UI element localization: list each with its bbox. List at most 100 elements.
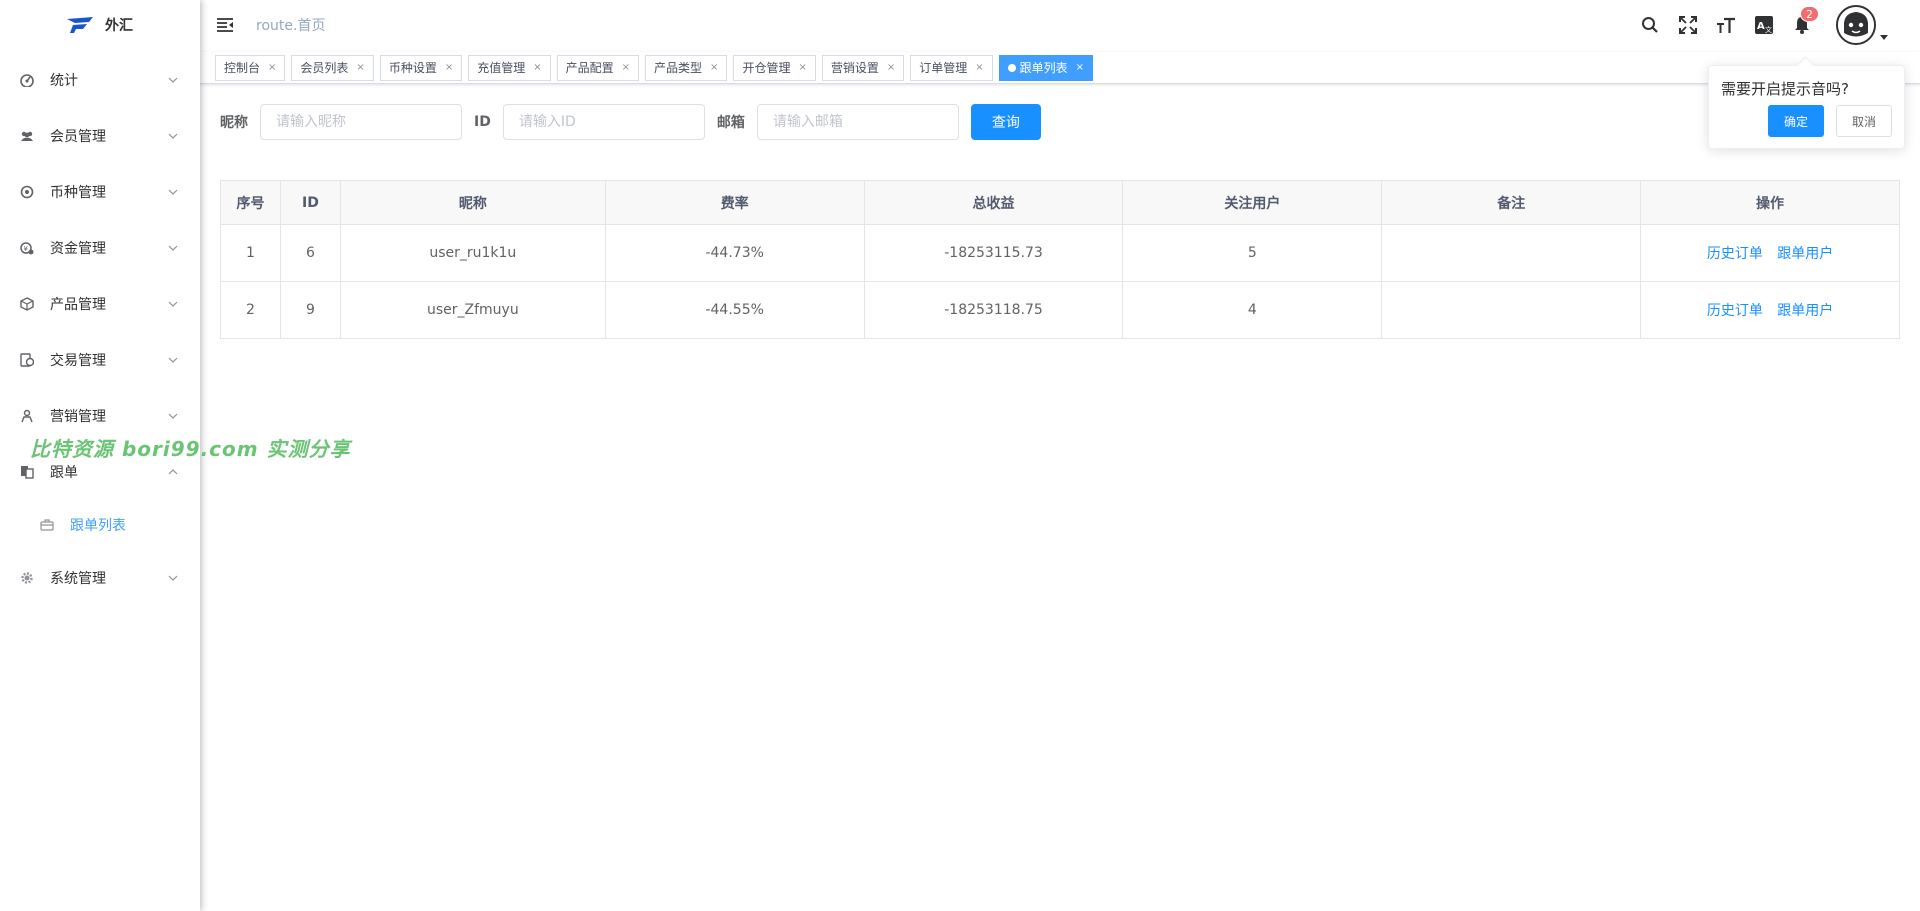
logo[interactable]: 外汇 <box>0 0 200 50</box>
cell-index: 1 <box>220 224 281 282</box>
caret-down-icon <box>1880 35 1888 40</box>
tab-order-management[interactable]: 订单管理 × <box>910 54 993 81</box>
translate-icon[interactable]: A文 <box>1754 15 1774 35</box>
tab-recharge[interactable]: 充值管理 × <box>468 54 551 81</box>
close-icon[interactable]: × <box>798 62 806 73</box>
column-header: ID <box>279 180 341 225</box>
follow-users-link[interactable]: 跟单用户 <box>1777 246 1833 262</box>
dashboard-icon <box>20 73 34 87</box>
close-icon[interactable]: × <box>622 62 630 73</box>
active-dot <box>1007 63 1016 72</box>
cell-nickname: user_ru1k1u <box>339 224 606 282</box>
fullscreen-icon[interactable] <box>1678 15 1698 35</box>
gear-icon <box>20 571 34 585</box>
cell-index: 2 <box>220 281 281 339</box>
email-label: 邮箱 <box>716 115 745 131</box>
cell-id: 9 <box>279 281 341 339</box>
tab-member-list[interactable]: 会员列表 × <box>291 54 374 81</box>
table-header-row: 序号 ID 昵称 费率 总收益 关注用户 备注 操作 <box>220 180 1900 225</box>
tab-label: 营销设置 <box>830 61 879 75</box>
chevron-down-icon <box>168 301 178 307</box>
tab-label: 开仓管理 <box>742 61 791 75</box>
svg-text:文: 文 <box>1765 25 1772 34</box>
logo-icon <box>67 17 93 33</box>
confirm-button[interactable]: 确定 <box>1768 105 1824 137</box>
cell-actions: 历史订单 跟单用户 <box>1640 281 1900 339</box>
box-icon <box>20 297 34 311</box>
tab-open-position[interactable]: 开仓管理 × <box>733 54 816 81</box>
sidebar-item-trades[interactable]: 交易管理 <box>0 332 200 388</box>
tab-product-config[interactable]: 产品配置 × <box>556 54 640 81</box>
cell-followers: 5 <box>1122 224 1383 282</box>
breadcrumb[interactable]: route.首页 <box>256 15 325 35</box>
chevron-down-icon <box>168 575 178 581</box>
close-icon[interactable]: × <box>710 62 718 73</box>
tab-product-type[interactable]: 产品类型 × <box>645 54 728 81</box>
tab-dashboard[interactable]: 控制台 × <box>215 54 286 81</box>
history-orders-link[interactable]: 历史订单 <box>1707 246 1763 262</box>
sidebar-item-members[interactable]: 会员管理 <box>0 108 200 164</box>
close-icon[interactable]: × <box>1076 62 1084 73</box>
notification-badge: 2 <box>1800 6 1819 22</box>
tab-marketing-settings[interactable]: 营销设置 × <box>821 54 905 81</box>
sound-prompt-popover: 需要开启提示音吗? 确定 取消 <box>1708 65 1905 149</box>
sidebar-item-funds[interactable]: ¥ 资金管理 <box>0 220 200 276</box>
close-icon[interactable]: × <box>268 62 276 73</box>
table-row: 1 6 user_ru1k1u -44.73% -18253115.73 5 历… <box>220 224 1900 282</box>
cell-rate: -44.73% <box>604 224 865 282</box>
briefcase-icon <box>40 518 54 532</box>
nickname-input[interactable] <box>260 104 462 140</box>
close-icon[interactable]: × <box>887 62 895 73</box>
table-row: 2 9 user_Zfmuyu -44.55% -18253118.75 4 历… <box>220 281 1900 339</box>
tab-currency-settings[interactable]: 币种设置 × <box>379 54 463 81</box>
cell-id: 6 <box>279 224 341 282</box>
tags-view: 控制台 × 会员列表 × 币种设置 × 充值管理 × 产品配置 × 产品类型 × 开仓管理 ×… <box>200 52 1920 84</box>
tab-copytrade-list[interactable]: 跟单列表 × <box>998 54 1094 81</box>
column-header: 操作 <box>1640 180 1900 225</box>
sidebar-item-label: 跟单 <box>50 465 78 481</box>
navbar: route.首页 A文 2 <box>200 0 1920 50</box>
tab-label: 币种设置 <box>388 61 437 75</box>
tab-label: 订单管理 <box>919 61 968 75</box>
chevron-down-icon <box>168 77 178 83</box>
svg-text:A: A <box>1757 21 1765 32</box>
search-icon[interactable] <box>1640 15 1660 35</box>
cell-followers: 4 <box>1122 281 1383 339</box>
tab-label: 会员列表 <box>300 61 349 75</box>
cell-profit: -18253115.73 <box>863 224 1124 282</box>
sidebar-item-currency[interactable]: 币种管理 <box>0 164 200 220</box>
close-icon[interactable]: × <box>975 62 983 73</box>
close-icon[interactable]: × <box>356 62 364 73</box>
coin-icon <box>20 185 34 199</box>
sidebar-item-label: 营销管理 <box>50 409 106 425</box>
sidebar-item-label: 系统管理 <box>50 571 106 587</box>
close-icon[interactable]: × <box>533 62 541 73</box>
sidebar-item-label: 资金管理 <box>50 241 106 257</box>
tab-label: 控制台 <box>224 61 261 75</box>
sidebar-item-stats[interactable]: 统计 <box>0 52 200 108</box>
sidebar-item-system[interactable]: 系统管理 <box>0 550 200 606</box>
follow-users-link[interactable]: 跟单用户 <box>1777 303 1833 319</box>
funds-icon: ¥ <box>20 241 34 255</box>
close-icon[interactable]: × <box>445 62 453 73</box>
sidebar-subitem-copytrade-list[interactable]: 跟单列表 <box>0 500 200 550</box>
search-form: 昵称 ID 邮箱 查询 <box>220 104 1041 140</box>
bell-icon[interactable]: 2 <box>1792 6 1819 35</box>
user-menu[interactable] <box>1836 5 1888 45</box>
hamburger-icon[interactable] <box>216 17 234 33</box>
email-input[interactable] <box>756 104 959 140</box>
id-input[interactable] <box>502 104 705 140</box>
column-header: 备注 <box>1381 180 1642 225</box>
tab-label: 跟单列表 <box>1019 61 1068 75</box>
tab-label: 产品配置 <box>565 61 614 75</box>
query-button[interactable]: 查询 <box>970 104 1041 140</box>
font-size-icon[interactable] <box>1716 15 1736 35</box>
sidebar-item-products[interactable]: 产品管理 <box>0 276 200 332</box>
cell-rate: -44.55% <box>604 281 865 339</box>
marketing-icon <box>20 409 34 423</box>
sidebar-item-label: 交易管理 <box>50 353 106 369</box>
avatar[interactable] <box>1836 5 1876 45</box>
cancel-button[interactable]: 取消 <box>1836 105 1892 137</box>
history-orders-link[interactable]: 历史订单 <box>1707 303 1763 319</box>
popover-text: 需要开启提示音吗? <box>1721 80 1849 98</box>
